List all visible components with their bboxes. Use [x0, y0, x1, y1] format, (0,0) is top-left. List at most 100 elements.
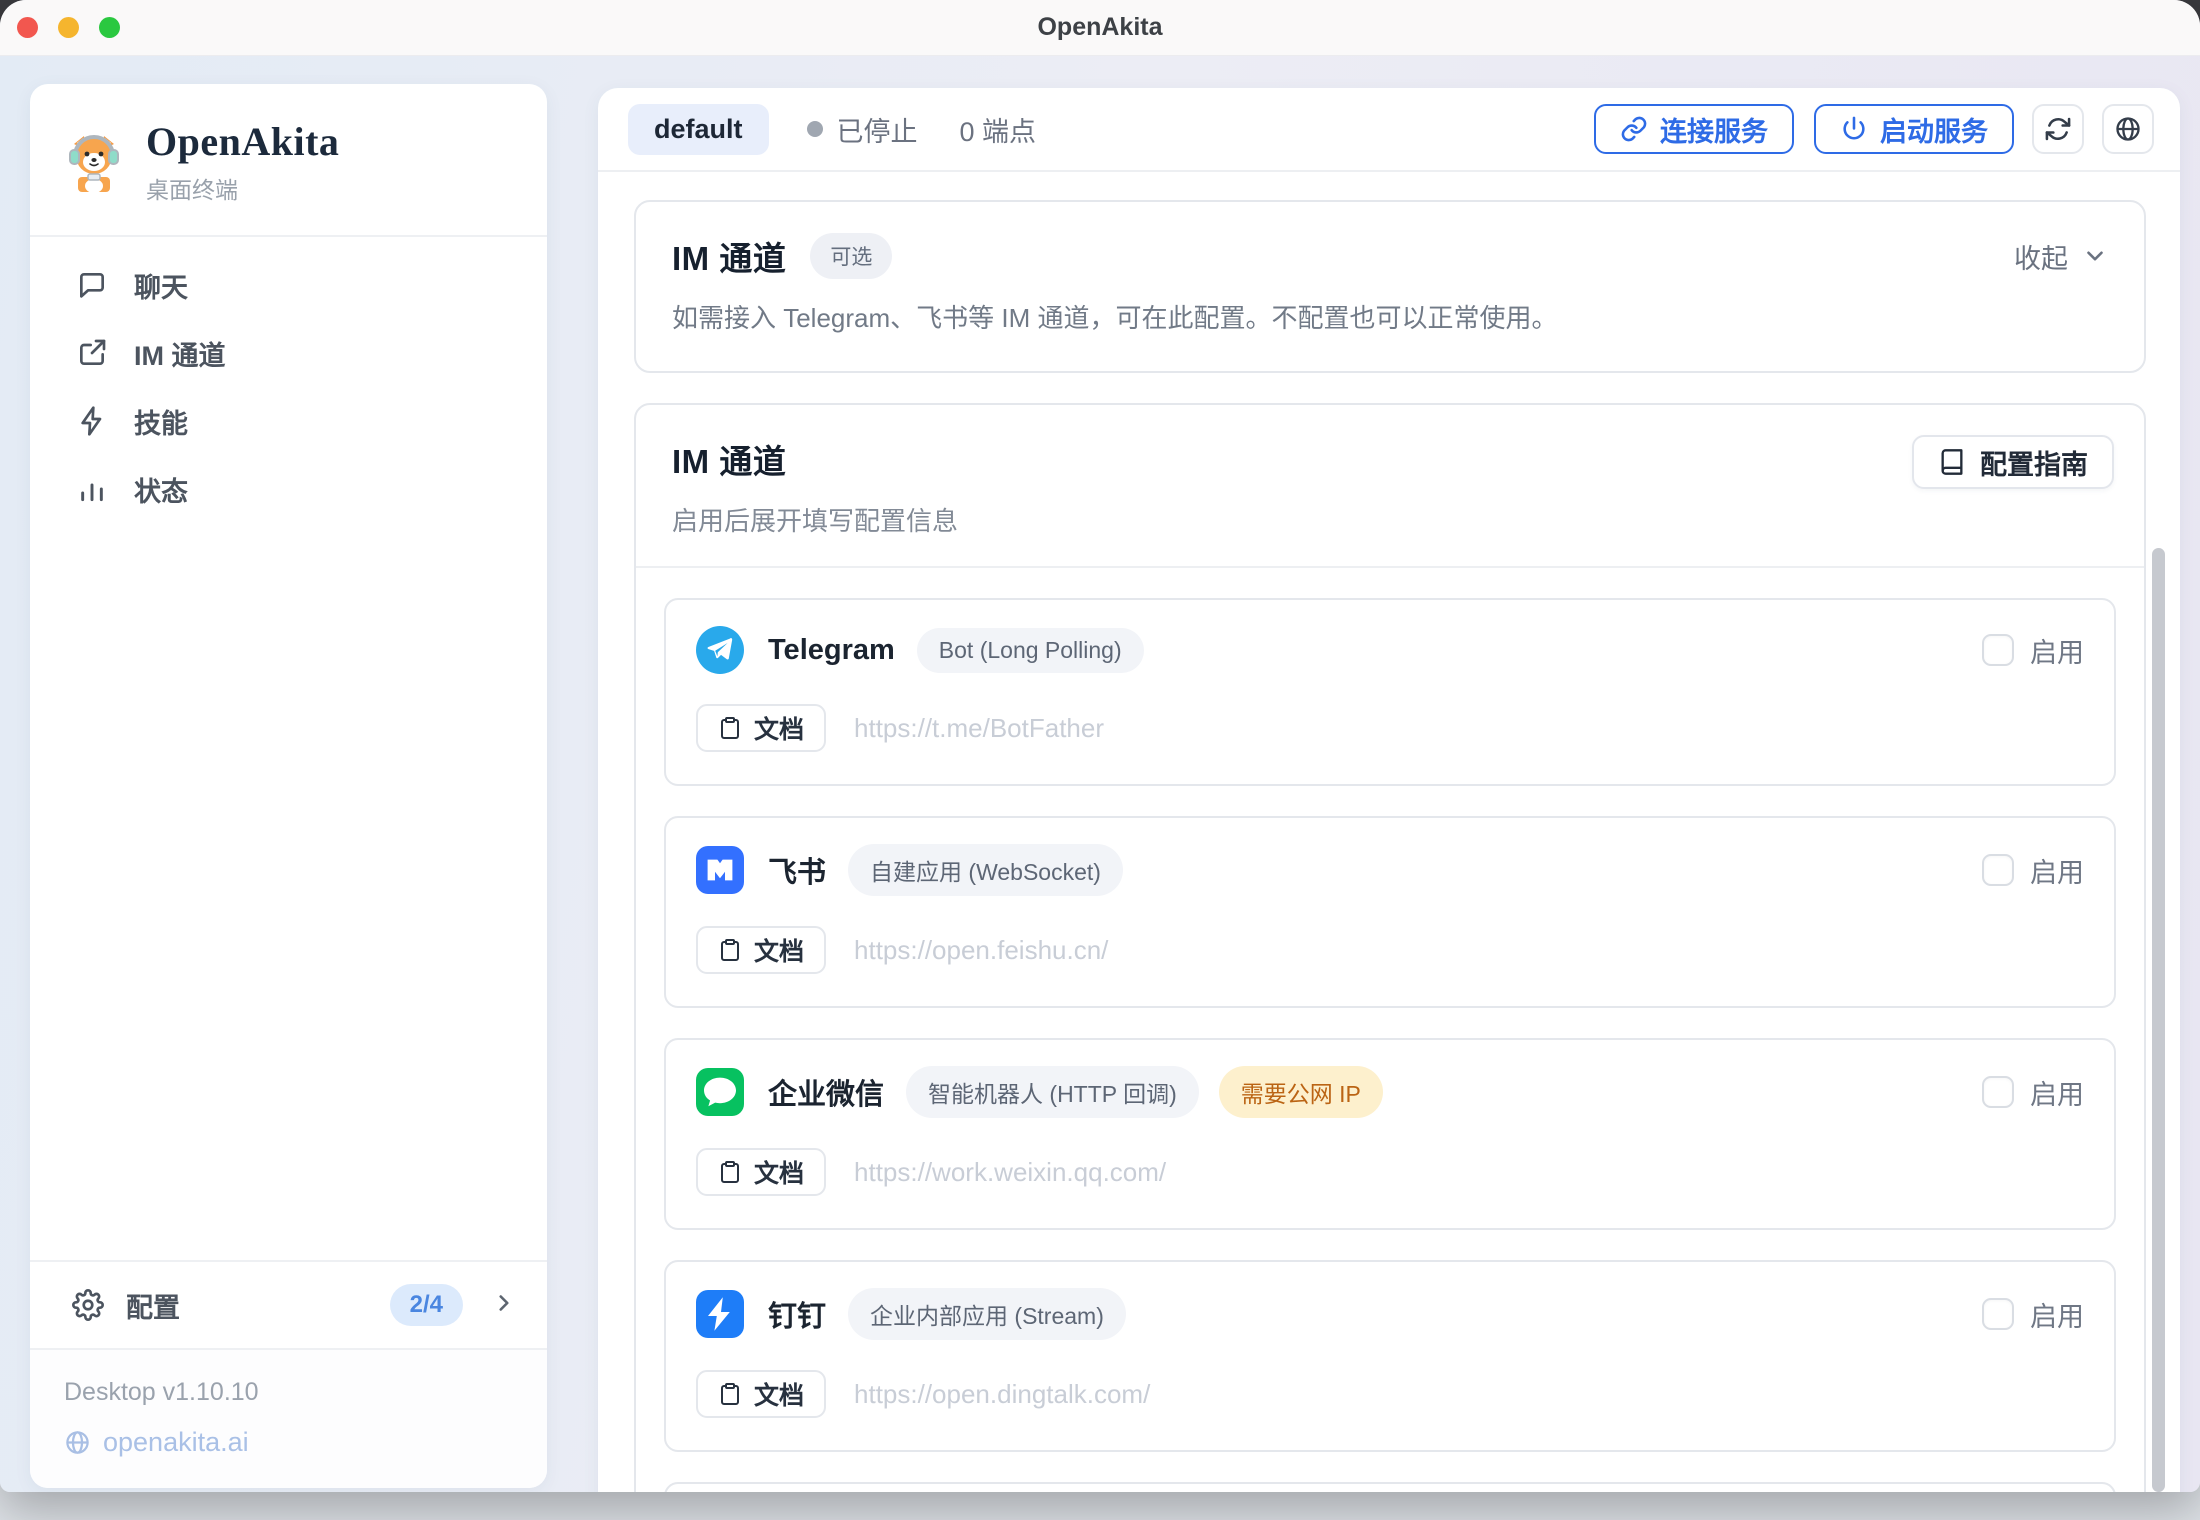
link-icon [1620, 115, 1648, 143]
status-dot-icon [807, 121, 823, 137]
scrollbar-thumb[interactable] [2152, 548, 2165, 1492]
start-service-button[interactable]: 启动服务 [1814, 104, 2014, 154]
window-title: OpenAkita [1037, 13, 1162, 42]
channel-list: Telegram Bot (Long Polling) 启用 文档 https:… [636, 568, 2144, 1492]
brand-header: OpenAkita 桌面终端 [30, 84, 547, 237]
app-version: Desktop v1.10.10 [64, 1378, 517, 1407]
enable-checkbox[interactable] [1982, 1076, 2014, 1108]
optional-badge: 可选 [810, 233, 892, 279]
zoom-window-button[interactable] [99, 17, 120, 38]
connect-service-button[interactable]: 连接服务 [1594, 104, 1794, 154]
collapse-label: 收起 [2014, 237, 2068, 276]
clipboard-icon [718, 716, 742, 740]
config-progress-badge: 2/4 [390, 1284, 463, 1326]
channel-doc-url: https://work.weixin.qq.com/ [854, 1157, 1166, 1188]
chat-bubble-icon [76, 269, 108, 301]
doc-button[interactable]: 文档 [696, 1370, 826, 1418]
telegram-icon [696, 626, 744, 674]
channel-row: QQ 机器人 官方机器人 (WebSocket) 启用 文档 [664, 1482, 2116, 1492]
sidebar: OpenAkita 桌面终端 聊天 IM 通道 技能 状态 [30, 84, 547, 1488]
refresh-icon [2044, 115, 2072, 143]
channel-row: 钉钉 企业内部应用 (Stream) 启用 文档 https://open.di… [664, 1260, 2116, 1452]
channel-doc-url: https://open.feishu.cn/ [854, 935, 1108, 966]
power-icon [1840, 115, 1868, 143]
doc-label: 文档 [754, 932, 804, 968]
channel-name: 企业微信 [768, 1071, 884, 1113]
enable-label: 启用 [2030, 851, 2084, 890]
minimize-window-button[interactable] [58, 17, 79, 38]
enable-label: 启用 [2030, 1073, 2084, 1112]
enable-checkbox[interactable] [1982, 634, 2014, 666]
im-channels-card: IM 通道 启用后展开填写配置信息 配置指南 Telegram Bot (Lon… [634, 403, 2146, 1492]
im-channels-intro-card: IM 通道 可选 收起 如需接入 Telegram、飞书等 IM 通道，可在此配… [634, 200, 2146, 373]
service-status: 已停止 [837, 110, 918, 149]
connect-service-label: 连接服务 [1660, 110, 1768, 149]
sidebar-item-skills[interactable]: 技能 [30, 387, 547, 455]
chevron-down-icon [2082, 243, 2108, 269]
config-label: 配置 [126, 1286, 180, 1325]
main-content: IM 通道 可选 收起 如需接入 Telegram、飞书等 IM 通道，可在此配… [598, 172, 2180, 1492]
language-button[interactable] [2102, 104, 2154, 154]
endpoint-count: 0 端点 [960, 110, 1037, 149]
sidebar-item-label: IM 通道 [134, 334, 226, 373]
sidebar-item-label: 技能 [134, 402, 188, 441]
profile-badge: default [628, 104, 769, 155]
close-window-button[interactable] [17, 17, 38, 38]
traffic-lights [17, 17, 120, 38]
sidebar-config-row[interactable]: 配置 2/4 [30, 1260, 547, 1348]
collapse-toggle[interactable]: 收起 [2014, 237, 2108, 276]
sidebar-menu: 聊天 IM 通道 技能 状态 [30, 237, 547, 523]
app-window: OpenAkita OpenAkita 桌面终端 [0, 0, 2200, 1492]
sidebar-item-label: 状态 [134, 470, 188, 509]
sidebar-item-chat[interactable]: 聊天 [30, 251, 547, 319]
doc-button[interactable]: 文档 [696, 926, 826, 974]
website-link-label: openakita.ai [103, 1427, 249, 1458]
website-link[interactable]: openakita.ai [64, 1427, 517, 1458]
sidebar-item-status[interactable]: 状态 [30, 455, 547, 523]
channel-type-badge: 自建应用 (WebSocket) [848, 844, 1123, 896]
start-service-label: 启动服务 [1880, 110, 1988, 149]
clipboard-icon [718, 938, 742, 962]
refresh-button[interactable] [2032, 104, 2084, 154]
channel-type-badge: 企业内部应用 (Stream) [848, 1288, 1126, 1340]
doc-label: 文档 [754, 1376, 804, 1412]
gear-icon [72, 1289, 104, 1321]
doc-button[interactable]: 文档 [696, 1148, 826, 1196]
doc-button[interactable]: 文档 [696, 704, 826, 752]
globe-icon [64, 1429, 91, 1456]
brand-subtitle: 桌面终端 [146, 171, 339, 205]
main-topbar: default 已停止 0 端点 连接服务 启动服务 [598, 88, 2180, 172]
intro-description: 如需接入 Telegram、飞书等 IM 通道，可在此配置。不配置也可以正常使用… [672, 298, 2108, 335]
dingtalk-icon [696, 1290, 744, 1338]
share-out-icon [76, 337, 108, 369]
enable-label: 启用 [2030, 631, 2084, 670]
channels-card-title: IM 通道 [672, 435, 958, 483]
main-panel: default 已停止 0 端点 连接服务 启动服务 [598, 88, 2180, 1492]
config-guide-label: 配置指南 [1980, 443, 2088, 482]
intro-card-title: IM 通道 [672, 232, 786, 280]
clipboard-icon [718, 1382, 742, 1406]
channel-type-badge: 智能机器人 (HTTP 回调) [906, 1066, 1199, 1118]
channel-name: Telegram [768, 634, 895, 667]
enable-label: 启用 [2030, 1295, 2084, 1334]
chevron-right-icon [491, 1290, 517, 1321]
channel-name: 飞书 [768, 849, 826, 891]
config-guide-button[interactable]: 配置指南 [1912, 435, 2114, 489]
feishu-icon [696, 846, 744, 894]
channel-name: 钉钉 [768, 1293, 826, 1335]
bar-chart-icon [76, 473, 108, 505]
doc-label: 文档 [754, 710, 804, 746]
channel-doc-url: https://t.me/BotFather [854, 713, 1104, 744]
enable-checkbox[interactable] [1982, 1298, 2014, 1330]
channel-doc-url: https://open.dingtalk.com/ [854, 1379, 1150, 1410]
sidebar-footer: Desktop v1.10.10 openakita.ai [30, 1348, 547, 1488]
lightning-icon [76, 405, 108, 437]
channel-warning-badge: 需要公网 IP [1219, 1066, 1383, 1118]
titlebar: OpenAkita [0, 0, 2200, 56]
brand-title: OpenAkita [146, 118, 339, 165]
sidebar-item-im-channels[interactable]: IM 通道 [30, 319, 547, 387]
wecom-icon [696, 1068, 744, 1116]
enable-checkbox[interactable] [1982, 854, 2014, 886]
channel-row: 飞书 自建应用 (WebSocket) 启用 文档 https://open.f… [664, 816, 2116, 1008]
globe-icon [2114, 115, 2142, 143]
